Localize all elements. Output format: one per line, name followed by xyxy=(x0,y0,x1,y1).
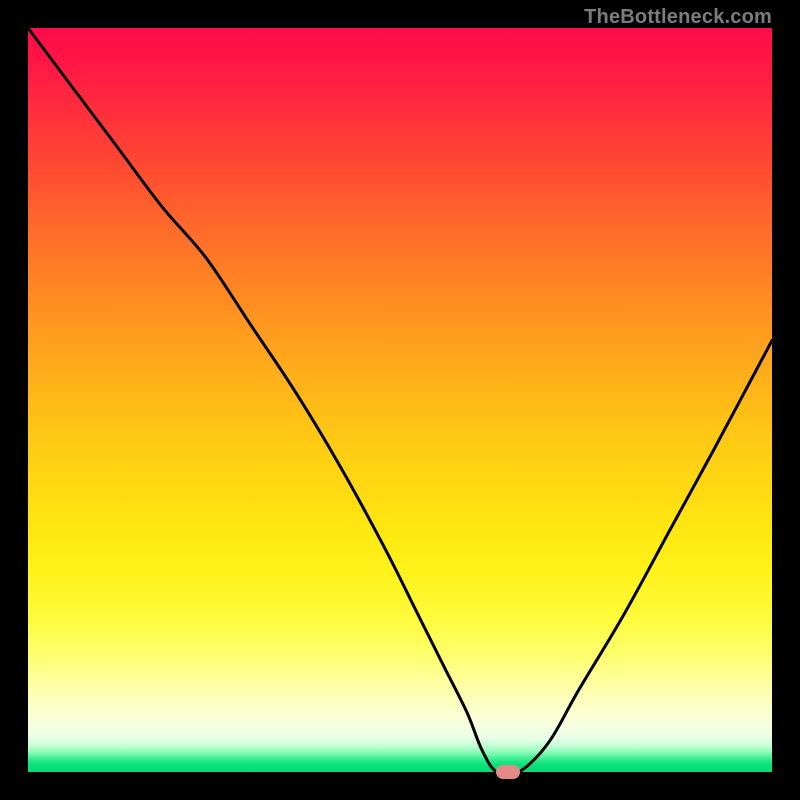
optimum-marker xyxy=(496,765,520,779)
attribution-text: TheBottleneck.com xyxy=(584,6,772,29)
chart-frame: TheBottleneck.com xyxy=(0,0,800,800)
bottleneck-curve-path xyxy=(28,28,772,775)
chart-curve-svg xyxy=(28,28,772,772)
